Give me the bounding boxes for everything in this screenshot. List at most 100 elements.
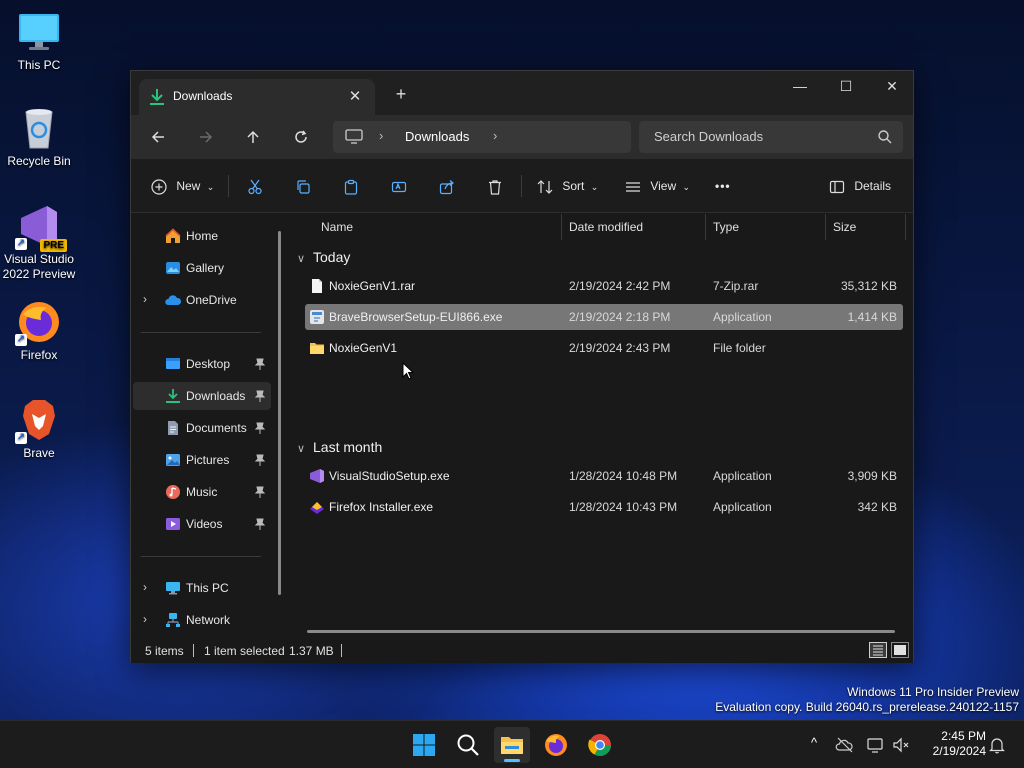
tab-downloads[interactable]: Downloads ✕ <box>139 79 375 115</box>
paste-button[interactable] <box>343 173 359 199</box>
onedrive-offline-icon[interactable] <box>835 735 855 755</box>
chevron-right-icon[interactable]: › <box>143 580 147 594</box>
tray-overflow-chevron-icon[interactable]: ^ <box>804 735 824 755</box>
share-button[interactable] <box>439 173 455 199</box>
breadcrumb-downloads[interactable]: Downloads <box>405 129 469 144</box>
chevron-down-icon[interactable]: ∨ <box>297 442 313 455</box>
nav-item-downloads[interactable]: Downloads <box>133 382 271 410</box>
network-status-icon[interactable] <box>866 735 886 755</box>
breadcrumb[interactable]: › Downloads › <box>333 121 631 153</box>
group-header-today[interactable]: ∨ Today <box>297 249 350 265</box>
desktop-icon-firefox[interactable]: ↗ Firefox <box>0 300 78 363</box>
chevron-down-icon[interactable]: ∨ <box>297 252 313 265</box>
start-button[interactable] <box>406 727 442 763</box>
nav-item-onedrive[interactable]: › OneDrive <box>133 286 271 314</box>
column-divider[interactable] <box>905 214 906 240</box>
nav-item-label: Downloads <box>186 389 246 403</box>
tiles-view-button[interactable] <box>891 642 909 658</box>
new-tab-button[interactable]: + <box>389 83 413 107</box>
tab-close-button[interactable]: ✕ <box>343 85 367 109</box>
desktop-icon-label: Visual Studio 2022 Preview <box>2 252 76 281</box>
clock-date: 2/19/2024 <box>932 744 986 758</box>
close-button[interactable]: ✕ <box>869 71 915 103</box>
sort-button[interactable]: Sort ⌄ <box>537 173 598 199</box>
pin-icon <box>255 422 265 434</box>
column-divider[interactable] <box>561 214 562 240</box>
delete-button[interactable] <box>487 173 503 199</box>
column-divider[interactable] <box>705 214 706 240</box>
nav-item-home[interactable]: Home <box>133 222 271 250</box>
pin-icon <box>255 454 265 466</box>
file-row[interactable]: NoxieGenV1 2/19/2024 2:43 PM File folder <box>305 335 903 361</box>
forward-button[interactable] <box>191 123 221 151</box>
volume-muted-icon[interactable] <box>891 735 911 755</box>
column-divider[interactable] <box>825 214 826 240</box>
file-size: 1,414 KB <box>847 310 897 324</box>
up-button[interactable] <box>238 123 268 151</box>
notification-bell-icon[interactable] <box>987 735 1007 755</box>
desktop-icon-this-pc[interactable]: This PC <box>0 10 78 73</box>
search-input[interactable]: Search Downloads <box>639 121 903 153</box>
nav-item-videos[interactable]: Videos <box>133 510 271 538</box>
arrow-right-icon <box>200 131 213 143</box>
group-header-last-month[interactable]: ∨ Last month <box>297 439 382 455</box>
copy-button[interactable] <box>295 173 311 199</box>
nav-item-music[interactable]: Music <box>133 478 271 506</box>
nav-item-gallery[interactable]: Gallery <box>133 254 271 282</box>
file-row[interactable]: NoxieGenV1.rar 2/19/2024 2:42 PM 7-Zip.r… <box>305 273 903 299</box>
nav-item-this-pc[interactable]: › This PC <box>133 574 271 602</box>
file-row[interactable]: VisualStudioSetup.exe 1/28/2024 10:48 PM… <box>305 463 903 489</box>
nav-item-desktop[interactable]: Desktop <box>133 350 271 378</box>
horizontal-scrollbar[interactable] <box>307 630 895 633</box>
minimize-button[interactable]: — <box>777 71 823 103</box>
breadcrumb-separator[interactable]: › <box>493 128 497 143</box>
details-pane-button[interactable]: Details <box>829 173 891 199</box>
file-row[interactable]: Firefox Installer.exe 1/28/2024 10:43 PM… <box>305 494 903 520</box>
back-button[interactable] <box>143 123 173 151</box>
desktop-icon-recycle-bin[interactable]: Recycle Bin <box>0 106 78 169</box>
file-type: Application <box>713 500 772 514</box>
file-date: 2/19/2024 2:18 PM <box>569 310 671 324</box>
column-header-type[interactable]: Type <box>713 220 739 234</box>
cut-button[interactable] <box>247 173 263 199</box>
desktop-icon-visual-studio[interactable]: PRE ↗ Visual Studio 2022 Preview <box>0 204 78 282</box>
file-row[interactable]: BraveBrowserSetup-EUI866.exe 2/19/2024 2… <box>305 304 903 330</box>
taskbar-search-button[interactable] <box>450 727 486 763</box>
file-size: 3,909 KB <box>847 469 897 483</box>
chevron-right-icon[interactable]: › <box>143 292 147 306</box>
nav-item-label: Desktop <box>186 357 231 371</box>
desktop-icon-brave[interactable]: ↗ Brave <box>0 398 78 461</box>
search-placeholder: Search Downloads <box>654 129 764 144</box>
taskbar-file-explorer[interactable] <box>494 727 530 763</box>
column-header-date-modified[interactable]: Date modified <box>569 220 643 234</box>
maximize-button[interactable]: ☐ <box>823 71 869 103</box>
new-button[interactable]: New ⌄ <box>151 173 214 199</box>
status-bar: 5 items 1 item selected 1.37 MB <box>131 637 913 663</box>
scissors-icon <box>248 179 262 194</box>
column-header-name[interactable]: Name <box>321 220 353 234</box>
rename-button[interactable] <box>391 173 407 199</box>
file-name: NoxieGenV1.rar <box>329 279 416 293</box>
chevron-right-icon[interactable]: › <box>143 612 147 626</box>
details-view-button[interactable] <box>869 642 887 658</box>
watermark-edition: Windows 11 Pro Insider Preview <box>847 685 1019 699</box>
nav-item-network[interactable]: › Network <box>133 606 271 634</box>
installer-icon <box>310 310 324 324</box>
taskbar-chrome[interactable] <box>582 727 618 763</box>
taskbar-firefox[interactable] <box>538 727 574 763</box>
breadcrumb-separator[interactable]: › <box>379 128 383 143</box>
nav-item-pictures[interactable]: Pictures <box>133 446 271 474</box>
column-header-size[interactable]: Size <box>833 220 856 234</box>
copy-icon <box>297 180 310 194</box>
nav-item-documents[interactable]: Documents <box>133 414 271 442</box>
clock[interactable]: 2:45 PM 2/19/2024 <box>920 729 986 759</box>
nav-item-label: Videos <box>186 517 223 531</box>
refresh-button[interactable] <box>286 123 316 151</box>
visual-studio-icon: PRE ↗ <box>15 204 67 252</box>
chrome-icon <box>588 734 611 756</box>
recycle-bin-icon <box>17 106 61 150</box>
more-options-button[interactable]: ••• <box>715 173 731 199</box>
pin-icon <box>255 486 265 498</box>
view-button[interactable]: View ⌄ <box>625 173 690 199</box>
nav-scrollbar[interactable] <box>278 231 281 595</box>
